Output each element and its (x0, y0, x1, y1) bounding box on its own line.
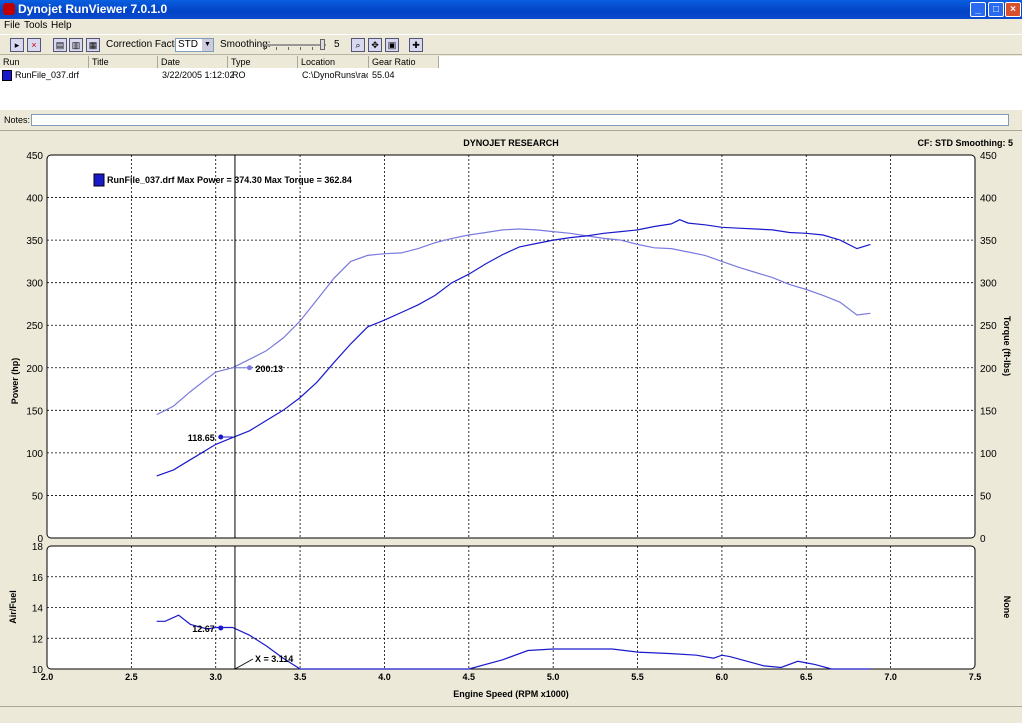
power-marker-dot (218, 434, 224, 440)
col-header-type[interactable]: Type (228, 56, 298, 68)
y-tick-label-right: 300 (980, 279, 997, 290)
maximize-button[interactable]: □ (988, 2, 1004, 17)
graph-icon[interactable]: ▤ (53, 38, 67, 52)
power-marker-label: 118.65 (188, 433, 215, 443)
col-header-gear-ratio[interactable]: Gear Ratio (369, 56, 439, 68)
graph-cf-smoothing: CF: STD Smoothing: 5 (918, 138, 1014, 148)
x-tick-label: 4.0 (378, 672, 391, 682)
remove-run-icon[interactable]: × (27, 38, 41, 52)
close-button[interactable]: × (1005, 2, 1021, 17)
print-icon[interactable]: ▣ (385, 38, 399, 52)
run-gear-ratio: 55.04 (372, 70, 395, 80)
torque-marker-label: 200.13 (255, 364, 283, 374)
run-name: RunFile_037.drf (15, 70, 80, 80)
graph-compare-icon[interactable]: ▦ (86, 38, 100, 52)
menu-file[interactable]: File (4, 19, 20, 33)
y-tick-label-left: 350 (26, 236, 43, 247)
y-tick-label-left: 50 (32, 491, 44, 502)
legend-text: RunFile_037.drf Max Power = 374.30 Max T… (107, 175, 352, 185)
run-type: RO (232, 70, 246, 80)
col-header-date[interactable]: Date (158, 56, 228, 68)
col-header-title[interactable]: Title (89, 56, 158, 68)
y-tick-label-left: 450 (26, 151, 43, 162)
y-tick-label-right: 0 (980, 534, 986, 545)
x-tick-label: 3.0 (209, 672, 222, 682)
run-list: Run Title Date Type Location Gear Ratio … (0, 56, 1022, 110)
airfuel-marker-dot (218, 625, 224, 631)
y-axis-label-airfuel: Air/Fuel (8, 590, 18, 624)
y-tick-label-right: 250 (980, 321, 997, 332)
x-tick-label: 4.5 (463, 672, 476, 682)
notes-input[interactable] (31, 114, 1009, 126)
torque-marker-dot (246, 365, 252, 371)
y-tick-label-left: 10 (32, 665, 44, 676)
y-tick-label-left: 300 (26, 279, 43, 290)
crosshair-icon[interactable]: ✚ (409, 38, 423, 52)
y-tick-label-left: 18 (32, 542, 44, 553)
cursor-icon[interactable]: ✥ (368, 38, 382, 52)
y-tick-label-right: 100 (980, 449, 997, 460)
dyno-chart[interactable]: 2.0 2.5 3.0 3.5 4.0 4.5 5.0 5.5 6.0 6.5 7.0 7.50 050… (0, 131, 1022, 706)
window-title: Dynojet RunViewer 7.0.1.0 (18, 2, 168, 16)
notes-label: Notes: (4, 115, 31, 125)
zoom-icon[interactable]: ⌕ (351, 38, 365, 52)
toolbar: ▸ × ▤ ▥ ▦ Correction Factor: STD ▼ Smoot… (0, 34, 1022, 55)
menu-tools[interactable]: Tools (24, 19, 47, 33)
y-tick-label-left: 150 (26, 406, 43, 417)
cursor-label: X = 3.114 (255, 654, 293, 664)
y-tick-label-right: 400 (980, 194, 997, 205)
notes-row: Notes: (0, 113, 1022, 127)
graph-header: DYNOJET RESEARCH (463, 138, 559, 148)
airfuel-marker-label: 12.67 (192, 624, 215, 634)
smoothing-label: Smoothing: (220, 39, 271, 50)
y-axis-label-torque: Torque (ft-lbs) (1002, 316, 1012, 376)
graph-panel: 2.0 2.5 3.0 3.5 4.0 4.5 5.0 5.5 6.0 6.5 7.0 7.5 0 0 50… (0, 130, 1022, 705)
minimize-button[interactable]: _ (970, 2, 986, 17)
x-axis-label: Engine Speed (RPM x1000) (453, 689, 569, 699)
run-date: 3/22/2005 1:12:02 (162, 70, 235, 80)
x-tick-label: 5.5 (631, 672, 644, 682)
status-bar (0, 706, 1022, 723)
col-header-run[interactable]: Run (0, 56, 89, 68)
run-location: C:\DynoRuns\race (302, 70, 368, 80)
y-tick-label-right: 50 (980, 491, 992, 502)
y-tick-label-left: 200 (26, 364, 43, 375)
y-axis-label-none: None (1002, 596, 1012, 619)
y-tick-label-left: 100 (26, 449, 43, 460)
smoothing-slider[interactable] (264, 39, 326, 50)
y-tick-label-left: 400 (26, 194, 43, 205)
y-tick-label-left: 12 (32, 634, 44, 645)
y-tick-label-right: 200 (980, 364, 997, 375)
legend-swatch (93, 173, 105, 187)
y-axis-label-power: Power (hp) (10, 358, 20, 405)
x-tick-label: 2.5 (125, 672, 138, 682)
menu-bar: File Tools Help (0, 19, 1022, 33)
y-tick-label-right: 450 (980, 151, 997, 162)
chevron-down-icon: ▼ (202, 39, 213, 51)
slider-thumb[interactable] (320, 39, 325, 50)
y-tick-label-left: 16 (32, 573, 44, 584)
x-tick-label: 3.5 (294, 672, 307, 682)
run-color-swatch (2, 70, 12, 81)
x-tick-label: 7.0 (884, 672, 897, 682)
y-tick-label-left: 250 (26, 321, 43, 332)
smoothing-value: 5 (334, 39, 340, 50)
correction-factor-select[interactable]: STD ▼ (175, 38, 214, 52)
app-icon (3, 3, 15, 15)
power-torque-plot-area (46, 154, 976, 539)
window-titlebar: Dynojet RunViewer 7.0.1.0 _ □ × (0, 0, 1022, 19)
menu-help[interactable]: Help (51, 19, 72, 33)
cf-value: STD (178, 39, 198, 50)
x-tick-label: 5.0 (547, 672, 560, 682)
y-tick-label-right: 350 (980, 236, 997, 247)
x-tick-label: 6.0 (716, 672, 729, 682)
y-tick-label-right: 150 (980, 406, 997, 417)
y-tick-label-left: 14 (32, 604, 44, 615)
col-header-location[interactable]: Location (298, 56, 369, 68)
x-tick-label: 7.5 (969, 672, 982, 682)
x-tick-label: 6.5 (800, 672, 813, 682)
graph-overlay-icon[interactable]: ▥ (69, 38, 83, 52)
open-file-icon[interactable]: ▸ (10, 38, 24, 52)
